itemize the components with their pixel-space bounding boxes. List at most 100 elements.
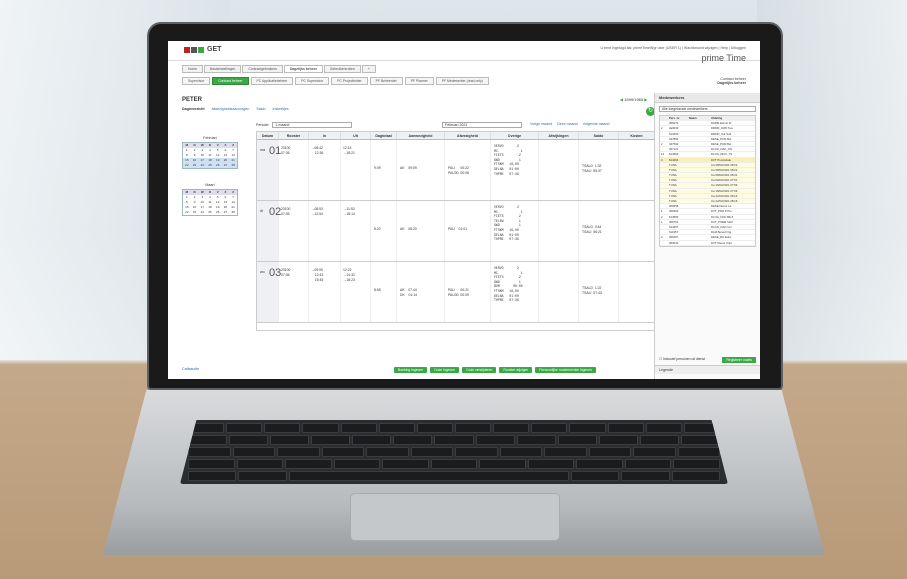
link-saldo[interactable]: Saldo	[256, 107, 265, 111]
periode-label: Periode:	[256, 122, 270, 127]
prev-arrow-icon[interactable]: ◀	[620, 97, 623, 102]
employee-name	[688, 225, 710, 229]
calendar-day[interactable]: 24	[198, 210, 206, 215]
table-body: ma 01 23100 07:36 →08:42 12:36 12:14 →18:21 9…	[257, 140, 655, 323]
person-name: PETER	[182, 97, 203, 103]
calendar-day[interactable]: 27	[221, 163, 230, 168]
employee-name	[688, 121, 710, 125]
employee-nr: 614664	[669, 152, 679, 157]
employee-dept: DVT_PMZ P Pro	[711, 209, 732, 214]
calendar-day[interactable]: 27	[222, 210, 230, 215]
breadcrumb: Contract beheer Dagelijks beheer	[717, 77, 746, 85]
month-select[interactable]: Februari 2021	[442, 122, 522, 128]
employee-count	[660, 199, 668, 203]
employee-filter-select[interactable]: Alle toegekende medewerkers	[659, 106, 756, 112]
employee-dept: Ins 08/02/2021 08:22	[711, 167, 738, 172]
legend-bar[interactable]: Legende	[655, 365, 760, 374]
role-tab-pf-beheerder[interactable]: PF Beheerder	[369, 77, 403, 85]
overige-values: VERVO 2 MC. 1 FIETS 2 GWD 1 BUM 00:00 FT…	[494, 266, 523, 303]
employee-count	[660, 178, 668, 182]
col-saldo: Saldo	[579, 132, 619, 139]
role-tab-pc-supervisor[interactable]: PC Supervisor	[295, 77, 330, 85]
dagtotaal-value: 8:58	[374, 288, 381, 292]
inclusief-checkbox[interactable]: ☐ Inclusief personen uit dienst	[659, 357, 705, 361]
calendar2-grid: M D W D V Z Z 1 2 3 4 5 6 7 8 9 10 11 12 13 14 15 16 17 18 19 20 21…	[182, 189, 238, 216]
employee-dept: Ins 22/02/2021 08:16	[711, 193, 738, 198]
role-tab-pf-medewerker[interactable]: PF Medewerker (read only)	[435, 77, 489, 85]
rooster-wijzigen-button[interactable]: Rooster wijzigen	[499, 367, 533, 373]
col-naam[interactable]: Naam	[688, 116, 710, 120]
boeking-ingeven-button[interactable]: Boeking ingeven	[394, 367, 428, 373]
code-ingeven-button[interactable]: Code ingeven	[430, 367, 460, 373]
employee-count: 4	[661, 157, 663, 162]
col-uit: Uit	[341, 132, 371, 139]
employee-nr: 366490	[669, 209, 679, 214]
calendar-day[interactable]: 23	[190, 163, 199, 168]
calendar-day[interactable]: 28	[229, 210, 237, 215]
logo-text: GET	[207, 46, 222, 53]
next-month-link[interactable]: Volgende maand	[583, 122, 610, 126]
table-row[interactable]: wo 03 23100 07:36 →09:05 12:43 15:45 12:22 →…	[257, 262, 655, 323]
employee-count: 2	[661, 126, 663, 131]
employee-count: 2	[661, 141, 663, 146]
table-row[interactable]: ma 01 23100 07:36 →08:42 12:36 12:14 →18:21 9…	[257, 140, 655, 201]
employee-count	[660, 137, 668, 141]
get-logo: GET	[184, 46, 221, 53]
col-afdeling[interactable]: Afdeling	[710, 116, 755, 120]
employee-dept: Ins 08/02/2021 08:22	[711, 162, 738, 167]
employee-name	[688, 132, 710, 136]
periode-select[interactable]: 1 maand	[272, 122, 353, 128]
employee-dept: DLOG_DCK BE 6	[711, 214, 734, 219]
employee-dept: DADM Dienst Pr	[711, 121, 732, 126]
employee-nr: 366655	[669, 204, 679, 209]
tab-contractgebruikers[interactable]: Contractgebruikers	[242, 65, 283, 73]
tab-basisinstellingen[interactable]: Basisinstellingen	[204, 65, 242, 73]
prev-month-link[interactable]: Vorige maand	[530, 122, 552, 126]
role-tab-supervisor[interactable]: Supervisor	[182, 77, 211, 85]
calendar-day[interactable]: 23	[191, 210, 199, 215]
link-insteekjes[interactable]: Insteekjes	[273, 107, 289, 111]
calendar-day[interactable]: 22	[183, 163, 191, 168]
calendar-day[interactable]: 28	[229, 163, 237, 168]
record-counter: ◀ 1599/1965 ▶	[620, 97, 647, 102]
employee-name	[688, 173, 710, 177]
employee-name	[688, 137, 710, 141]
rooster-value: 23100 07:36	[281, 146, 291, 155]
employee-nr: 363031	[669, 240, 679, 245]
col-dagtotaal: Dagtotaal	[371, 132, 397, 139]
tab-gebruikersrollen[interactable]: Gebruikersrollen	[323, 65, 361, 73]
tab-add[interactable]: +	[361, 65, 376, 73]
employee-count	[660, 183, 668, 187]
calendar-day[interactable]: 26	[213, 163, 222, 168]
calendar-day[interactable]: 24	[198, 163, 207, 168]
calendar-day[interactable]: 25	[206, 210, 214, 215]
roosterrevisie-button[interactable]: Persoonlijke roosterrevisie ingeven	[535, 367, 596, 373]
saldo-values: TSALD 0:44 TSALI 56:21	[582, 225, 602, 234]
employee-row[interactable]: 363031 DVT Dienst Vrijd	[660, 241, 755, 246]
legend-link[interactable]: Catfsaudie	[182, 367, 199, 371]
employee-name	[688, 142, 710, 146]
link-dagoverzicht[interactable]: Dagoverzicht	[182, 107, 205, 111]
link-afwezigheid[interactable]: afwezigheidsaanvragen	[212, 107, 250, 111]
role-tab-pf-planner[interactable]: PF Planner	[404, 77, 434, 85]
calendar-day[interactable]: 25	[206, 163, 214, 168]
app-header: GET U bent ingelogd als: primeTimeWgr us…	[168, 41, 760, 61]
role-tab-pc-applicatiebeheer[interactable]: PC Applicatiebeheer	[250, 77, 294, 85]
user-line[interactable]: U bent ingelogd als: primeTimeWgr user (…	[600, 46, 746, 50]
role-tab-pc-projectleider[interactable]: PC Projectleider	[331, 77, 368, 85]
employee-dept: DLM Bereid Org	[711, 230, 732, 235]
calendar-day[interactable]: 26	[214, 210, 222, 215]
this-month-link[interactable]: Deze maand	[557, 122, 577, 126]
next-arrow-icon[interactable]: ▶	[644, 97, 647, 102]
calendar-day[interactable]: 22	[183, 210, 191, 215]
col-persnr[interactable]: Pers. nr.	[668, 116, 688, 120]
code-verwijderen-button[interactable]: Code verwijderen	[462, 367, 497, 373]
uit-times: 12:14 →18:21	[343, 146, 355, 155]
panel-title: Medewerkers	[655, 93, 760, 103]
employee-dept: Ins 18/02/2021 07:59	[711, 188, 738, 193]
tab-dagelijks-beheer[interactable]: Dagelijks beheer	[283, 65, 323, 73]
tab-home[interactable]: Home	[182, 65, 204, 73]
table-row[interactable]: di 02 23100 07:36 →08:53 →12:54 →11:53 →18:1…	[257, 201, 655, 262]
role-tab-contract-beheer[interactable]: Contract beheer	[212, 77, 249, 85]
registreer-codes-button[interactable]: Registreer codes	[722, 357, 756, 363]
